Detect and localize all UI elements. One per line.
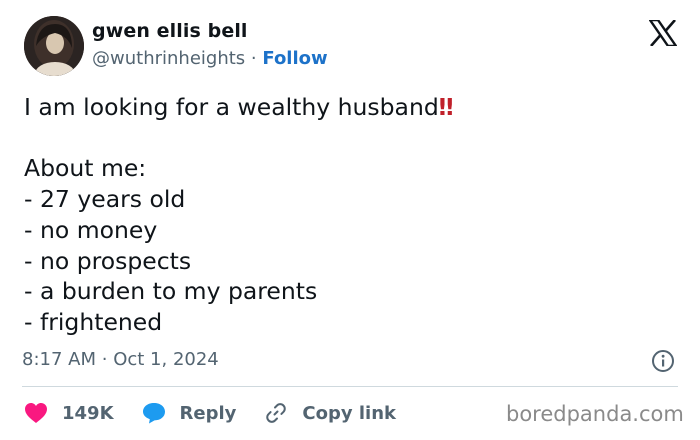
- heart-icon: [25, 403, 47, 423]
- double-exclamation-emoji: ‼: [438, 93, 454, 121]
- reply-label: Reply: [179, 402, 237, 424]
- reply-bubble-icon: [142, 403, 165, 424]
- tweet-about-me: About me: - 27 years old - no money - no…: [24, 154, 318, 336]
- copy-link-button[interactable]: Copy link: [264, 401, 396, 425]
- link-icon: [266, 403, 287, 423]
- reply-button[interactable]: Reply: [142, 402, 237, 424]
- tweet-date: Oct 1, 2024: [113, 349, 219, 370]
- author-handle[interactable]: @wuthrinheights: [92, 48, 245, 69]
- author-handle-row: @wuthrinheights · Follow: [92, 48, 328, 69]
- x-logo-icon[interactable]: [649, 20, 677, 46]
- author-name[interactable]: gwen ellis bell: [92, 20, 248, 42]
- watermark: boredpanda.com: [506, 402, 684, 426]
- tweet-headline: I am looking for a wealthy husband: [24, 93, 439, 121]
- copy-link-label: Copy link: [302, 402, 396, 424]
- handle-separator: ·: [250, 48, 257, 69]
- tweet-text: I am looking for a wealthy husband‼ Abou…: [24, 92, 454, 338]
- tweet-time: 8:17 AM: [22, 349, 96, 370]
- tweet-timestamp[interactable]: 8:17 AM · Oct 1, 2024: [22, 349, 219, 370]
- like-button[interactable]: 149K: [24, 402, 114, 424]
- avatar-portrait-image: [24, 16, 84, 76]
- tweet-actions: 149K Reply Copy link: [24, 400, 424, 426]
- divider: [22, 386, 678, 387]
- timestamp-separator: ·: [101, 349, 108, 370]
- avatar[interactable]: [24, 16, 84, 76]
- info-icon[interactable]: [651, 349, 675, 373]
- like-count: 149K: [62, 402, 114, 424]
- follow-button[interactable]: Follow: [262, 48, 327, 69]
